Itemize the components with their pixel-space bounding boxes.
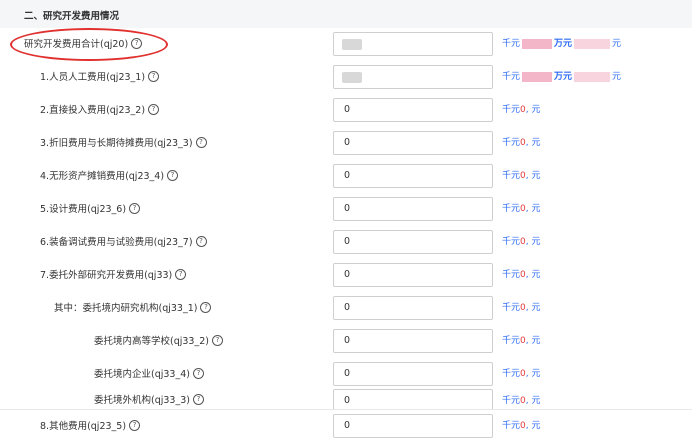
form-row-qj33: 7.委托外部研究开发费用(qj33)? 0 千元0, 元 xyxy=(0,259,692,293)
field-label: 其中：委托境内研究机构(qj33_1)? xyxy=(54,292,212,325)
field-label: 研究开发费用合计(qj20)? xyxy=(24,28,143,61)
amount-input[interactable]: 0 xyxy=(333,197,493,221)
redacted-value xyxy=(342,39,362,50)
field-label: 8.其他费用(qj23_5)? xyxy=(40,410,141,443)
form-row-qj23-6: 5.设计费用(qj23_6)? 0 千元0, 元 xyxy=(0,193,692,227)
form-row-qj23-2: 2.直接投入费用(qj23_2)? 0 千元0, 元 xyxy=(0,94,692,128)
redacted-value xyxy=(342,72,362,83)
field-label: 委托境外机构(qj33_3)? xyxy=(94,391,204,411)
unit-conversion: 千元0, 元 xyxy=(502,336,541,346)
unit-conversion: 千元0, 元 xyxy=(502,204,541,214)
section-header: 二、研究开发费用情况 xyxy=(0,0,692,29)
amount-input[interactable]: 0 xyxy=(333,98,493,122)
section-title: 二、研究开发费用情况 xyxy=(24,11,120,22)
unit-conversion: 千元0, 元 xyxy=(502,270,541,280)
help-icon[interactable]: ? xyxy=(175,269,187,280)
amount-input[interactable]: 0 xyxy=(333,362,493,386)
unit-conversion: 千元0, 元 xyxy=(502,138,541,148)
unit-conversion: 千元0, 元 xyxy=(502,303,541,313)
form-row-qj33-4: 委托境内企业(qj33_4)? 0 千元0, 元 xyxy=(0,358,692,392)
unit-conversion: 千元0, 元 xyxy=(502,369,541,379)
help-icon[interactable]: ? xyxy=(129,420,141,431)
help-icon[interactable]: ? xyxy=(129,203,141,214)
unit-conversion: 千元 万元元 xyxy=(502,71,622,82)
amount-input[interactable]: 0 xyxy=(333,414,493,438)
form-row-qj20: 研究开发费用合计(qj20)? 千元 万元元 xyxy=(0,28,692,62)
help-icon[interactable]: ? xyxy=(192,394,204,405)
unit-conversion: 千元0, 元 xyxy=(502,105,541,115)
amount-input[interactable] xyxy=(333,32,493,56)
amount-input[interactable]: 0 xyxy=(333,329,493,353)
unit-conversion: 千元 万元元 xyxy=(502,38,622,49)
help-icon[interactable]: ? xyxy=(195,137,207,148)
help-icon[interactable]: ? xyxy=(200,302,212,313)
help-icon[interactable]: ? xyxy=(192,368,204,379)
field-label: 委托境内高等学校(qj33_2)? xyxy=(94,325,223,358)
help-icon[interactable]: ? xyxy=(148,71,160,82)
unit-conversion: 千元0, 元 xyxy=(502,396,541,406)
form-row-qj23-5: 8.其他费用(qj23_5)? 0 千元0, 元 xyxy=(0,409,692,444)
redacted-value xyxy=(574,38,611,49)
amount-input[interactable] xyxy=(333,65,493,89)
form-row-qj33-3: 委托境外机构(qj33_3)? 0 千元0, 元 xyxy=(0,389,692,413)
form-row-qj33-2: 委托境内高等学校(qj33_2)? 0 千元0, 元 xyxy=(0,325,692,359)
form-row-qj33-1: 其中：委托境内研究机构(qj33_1)? 0 千元0, 元 xyxy=(0,292,692,326)
unit-conversion: 千元0, 元 xyxy=(502,171,541,181)
unit-conversion: 千元0, 元 xyxy=(502,421,541,431)
field-label: 5.设计费用(qj23_6)? xyxy=(40,193,141,226)
field-label: 3.折旧费用与长期待摊费用(qj23_3)? xyxy=(40,127,207,160)
unit-conversion: 千元0, 元 xyxy=(502,237,541,247)
amount-input[interactable]: 0 xyxy=(333,296,493,320)
redacted-value xyxy=(574,71,611,82)
field-label: 6.装备调试费用与试验费用(qj23_7)? xyxy=(40,226,207,259)
field-label: 1.人员人工费用(qj23_1)? xyxy=(40,61,160,94)
field-label: 委托境内企业(qj33_4)? xyxy=(94,358,204,391)
field-label: 2.直接投入费用(qj23_2)? xyxy=(40,94,160,127)
form-row-qj23-3: 3.折旧费用与长期待摊费用(qj23_3)? 0 千元0, 元 xyxy=(0,127,692,161)
redacted-value xyxy=(522,38,553,49)
form-row-qj23-4: 4.无形资产摊销费用(qj23_4)? 0 千元0, 元 xyxy=(0,160,692,194)
field-label: 4.无形资产摊销费用(qj23_4)? xyxy=(40,160,179,193)
amount-input[interactable]: 0 xyxy=(333,263,493,287)
help-icon[interactable]: ? xyxy=(131,38,143,49)
field-label: 7.委托外部研究开发费用(qj33)? xyxy=(40,259,187,292)
amount-input[interactable]: 0 xyxy=(333,131,493,155)
redacted-value xyxy=(522,71,553,82)
help-icon[interactable]: ? xyxy=(167,170,179,181)
help-icon[interactable]: ? xyxy=(211,335,223,346)
amount-input[interactable]: 0 xyxy=(333,230,493,254)
help-icon[interactable]: ? xyxy=(148,104,160,115)
help-icon[interactable]: ? xyxy=(195,236,207,247)
form-row-qj23-7: 6.装备调试费用与试验费用(qj23_7)? 0 千元0, 元 xyxy=(0,226,692,260)
form-row-qj23-1: 1.人员人工费用(qj23_1)? 千元 万元元 xyxy=(0,61,692,95)
amount-input[interactable]: 0 xyxy=(333,164,493,188)
